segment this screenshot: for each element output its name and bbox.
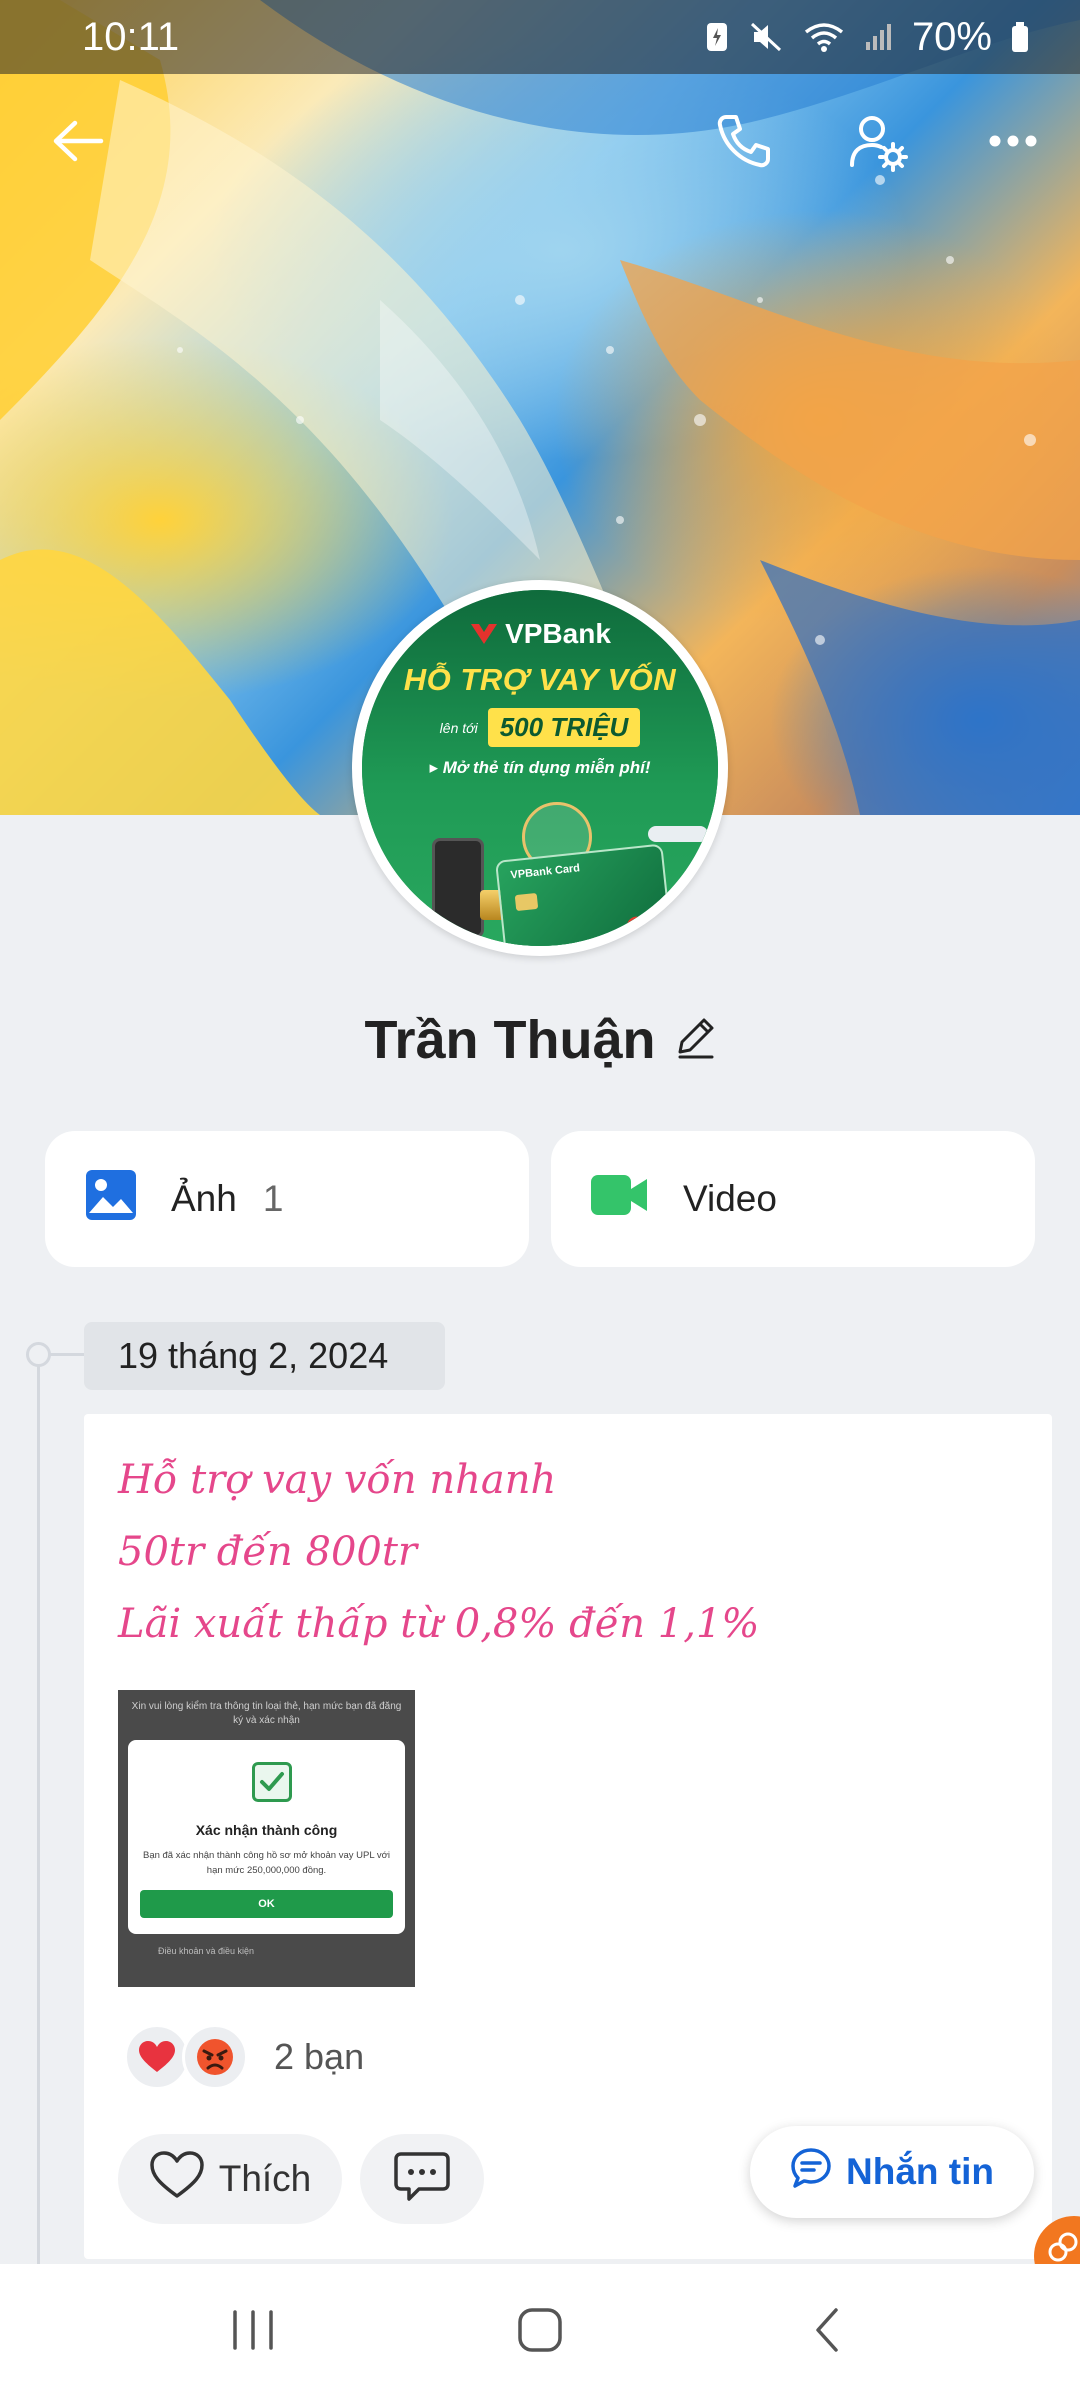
battery-saver-icon: [704, 20, 730, 54]
status-time: 10:11: [82, 14, 180, 59]
video-icon: [591, 1171, 649, 1228]
avatar-plane-graphic: [648, 826, 708, 842]
avatar-headline: HỖ TRỢ VAY VỐN: [403, 662, 677, 697]
heart-outline-icon: [149, 2150, 205, 2209]
avatar-amount-row: lên tới 500 TRIỆU: [362, 708, 718, 747]
videos-card[interactable]: Video: [551, 1131, 1035, 1267]
post-line: Lãi xuất thấp từ 0,8% đến 1,1%: [118, 1601, 760, 1647]
recents-button[interactable]: [193, 2287, 313, 2377]
card-chip-icon: [514, 892, 539, 912]
profile-name-row: Trần Thuận: [0, 1000, 1080, 1080]
like-button[interactable]: Thích: [118, 2134, 342, 2224]
photos-count: 1: [262, 1178, 284, 1219]
status-bar: 10:11 70%: [0, 0, 1080, 74]
phone-icon: [714, 111, 774, 176]
avatar-amount: 500 TRIỆU: [487, 708, 641, 747]
message-button[interactable]: Nhắn tin: [750, 2126, 1034, 2218]
comment-icon: [393, 2150, 451, 2209]
avatar-subline: ▸ Mở thẻ tín dụng miễn phí!: [429, 758, 651, 777]
video-label: Video: [683, 1178, 777, 1219]
photos-card[interactable]: Ảnh 1: [45, 1131, 529, 1267]
top-bar: [0, 95, 1080, 191]
back-icon: [812, 2306, 842, 2359]
timeline-dot: [26, 1342, 51, 1367]
post-image[interactable]: Xin vui lòng kiểm tra thông tin loại thẻ…: [118, 1690, 415, 1987]
system-nav-bar: [0, 2264, 1080, 2400]
avatar-brand-text: VPBank: [505, 618, 611, 649]
wifi-icon: [802, 20, 846, 54]
user-settings-icon: [846, 109, 910, 178]
angry-face-icon: [182, 2024, 248, 2090]
message-button-label: Nhắn tin: [846, 2151, 994, 2192]
comment-button[interactable]: [360, 2134, 484, 2224]
profile-avatar[interactable]: VPBank HỖ TRỢ VAY VỐN lên tới 500 TRIỆU …: [352, 580, 728, 956]
home-icon: [516, 2306, 564, 2359]
post-line: 50tr đến 800tr: [118, 1529, 418, 1575]
avatar-card-label: VPBank Card: [509, 862, 581, 882]
post-line: Hỗ trợ vay vốn nhanh: [118, 1457, 557, 1503]
more-button[interactable]: [965, 95, 1061, 191]
reaction-count: 2 bạn: [274, 2036, 365, 2077]
recents-icon: [229, 2308, 277, 2357]
call-button[interactable]: [696, 95, 792, 191]
back-button[interactable]: [30, 95, 126, 191]
vpbank-logo-icon: [469, 621, 499, 645]
post-image-top-text: Xin vui lòng kiểm tra thông tin loại thẻ…: [131, 1701, 402, 1726]
home-button[interactable]: [480, 2287, 600, 2377]
mute-icon: [748, 20, 784, 54]
edit-pencil-icon[interactable]: [676, 1016, 716, 1065]
like-label: Thích: [218, 2158, 312, 2199]
post-image-dialog: Xác nhận thành công Bạn đã xác nhận thàn…: [128, 1740, 405, 1934]
avatar-brand: VPBank: [362, 618, 718, 650]
photo-icon: [85, 1169, 137, 1230]
heart-icon: [124, 2024, 190, 2090]
post-text: Hỗ trợ vay vốn nhanh 50tr đến 800tr Lãi …: [118, 1444, 759, 1660]
post-image-dialog-title: Xác nhận thành công: [195, 1822, 338, 1838]
avatar-phone-graphic: [432, 838, 484, 938]
timeline-date: 19 tháng 2, 2024: [84, 1322, 445, 1390]
profile-settings-button[interactable]: [830, 95, 926, 191]
avatar-card-graphic: VPBank Card: [495, 843, 673, 946]
battery-percent: 70%: [911, 14, 992, 59]
avatar-prefix: lên tới: [439, 719, 478, 736]
timeline-line: [37, 1354, 40, 2274]
post-image-dialog-body: Bạn đã xác nhận thành công hồ sơ mở khoả…: [142, 1850, 390, 1876]
more-icon: [988, 134, 1038, 153]
back-arrow-icon: [51, 119, 105, 168]
post-image-bottom-text: Điều khoản và điều kiện: [158, 1946, 255, 1956]
battery-icon: [1010, 20, 1030, 54]
chat-bubble-icon: [790, 2147, 832, 2198]
checkbox-icon: [252, 1762, 292, 1802]
profile-name: Trần Thuận: [364, 1010, 656, 1070]
timeline-connector: [50, 1353, 84, 1356]
photos-label: Ảnh: [171, 1178, 237, 1219]
post-image-ok-button: OK: [140, 1890, 393, 1918]
signal-icon: [864, 20, 894, 54]
reactions-summary[interactable]: 2 bạn: [124, 2024, 364, 2090]
system-back-button[interactable]: [767, 2287, 887, 2377]
